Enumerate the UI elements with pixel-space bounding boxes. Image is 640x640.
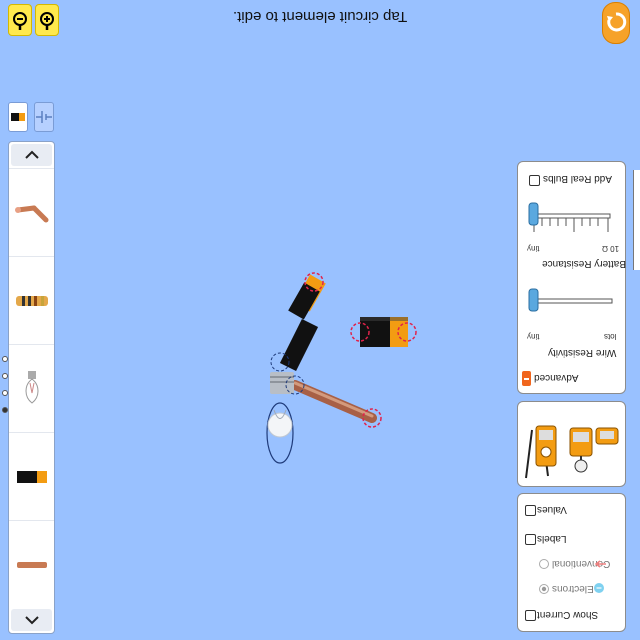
- collapse-advanced-button[interactable]: [522, 371, 531, 386]
- show-current-label: Show Current: [537, 609, 599, 620]
- reset-icon: [607, 12, 627, 32]
- slider-thumb[interactable]: [528, 288, 539, 312]
- carousel-up-button[interactable]: [11, 144, 52, 166]
- reset-all-button[interactable]: [602, 2, 630, 44]
- wire-resistivity-label: Wire Resistivity: [548, 347, 617, 358]
- battery-icon: [16, 471, 47, 483]
- wire-resistivity-max: lots: [604, 332, 617, 341]
- battery-horizontal[interactable]: [360, 317, 408, 347]
- straight-wire-icon: [16, 562, 47, 568]
- zoom-out-icon: [13, 12, 27, 30]
- page-dot[interactable]: [2, 390, 8, 396]
- battery-resistance-label: Battery Resistance: [542, 258, 626, 269]
- toolbox-resistor-item[interactable]: [9, 256, 54, 345]
- wire-resistivity-slider[interactable]: [528, 287, 620, 317]
- circuit-canvas[interactable]: [240, 255, 440, 475]
- toolbox-wire-item[interactable]: [9, 168, 54, 257]
- advanced-header: Advanced: [534, 372, 579, 383]
- toolbox-battery-item[interactable]: [9, 432, 54, 521]
- real-bulbs-checkbox[interactable]: [529, 175, 540, 186]
- edge-panel-fragment: [633, 170, 640, 270]
- resistor-icon: [15, 296, 48, 306]
- chevron-down-icon: [24, 616, 39, 625]
- hint-label: Tap circuit element to edit.: [232, 8, 408, 25]
- electron-icon: [594, 583, 604, 593]
- minus-icon: [524, 378, 529, 380]
- zoom-in-icon: [40, 12, 54, 30]
- wire-resistivity-min: tiny: [527, 332, 540, 341]
- ammeter-tool[interactable]: [569, 427, 593, 473]
- electrons-radio[interactable]: [538, 583, 550, 595]
- light-bulb-icon: [25, 371, 38, 404]
- real-bulbs-label: Add Real Bulbs: [543, 173, 612, 184]
- page-dot[interactable]: [2, 373, 8, 379]
- page-dot-active[interactable]: [2, 407, 8, 413]
- page-dot[interactable]: [2, 356, 8, 362]
- conventional-radio[interactable]: [538, 558, 550, 570]
- sensor-toolbox-panel: [517, 401, 626, 487]
- toolbox-light-bulb-item[interactable]: [9, 344, 54, 433]
- battery-resistance-min: tiny: [527, 244, 540, 253]
- wire[interactable]: [290, 380, 377, 423]
- values-checkbox[interactable]: [525, 505, 536, 516]
- wire-icon: [14, 205, 48, 223]
- battery-diagonal[interactable]: [279, 274, 326, 372]
- electrons-label: Electrons: [552, 583, 594, 594]
- zoom-in-button[interactable]: [35, 4, 59, 36]
- sensor-tools: [525, 425, 619, 479]
- show-current-checkbox[interactable]: [525, 610, 536, 621]
- voltmeter-tool[interactable]: [525, 425, 557, 479]
- component-toolbox: [8, 141, 55, 634]
- lifelike-view-button[interactable]: [8, 102, 28, 132]
- carousel-down-button[interactable]: [11, 609, 52, 631]
- battery-icon: [11, 113, 25, 121]
- battery-resistance-slider[interactable]: [528, 200, 620, 240]
- slider-thumb[interactable]: [528, 202, 539, 226]
- hint-text: Tap circuit element to edit.: [230, 8, 410, 25]
- toolbox-wire-item-2[interactable]: [9, 520, 54, 609]
- display-options-panel: Values Labels Conventional Electrons Sho…: [517, 493, 626, 632]
- labels-label: Labels: [537, 533, 567, 544]
- schematic-battery-icon: [36, 111, 52, 123]
- values-label: Values: [537, 504, 567, 515]
- battery-resistance-max: 10 Ω: [602, 244, 620, 253]
- non-contact-ammeter-tool[interactable]: [595, 427, 619, 445]
- labels-checkbox[interactable]: [525, 534, 536, 545]
- advanced-panel: Add Real Bulbs tiny 10 Ω Battery Resista…: [517, 161, 626, 394]
- arrow-icon: [594, 560, 606, 568]
- schematic-view-button[interactable]: [34, 102, 54, 132]
- light-bulb[interactable]: [266, 372, 294, 464]
- zoom-out-button[interactable]: [8, 4, 32, 36]
- chevron-up-icon: [24, 150, 39, 159]
